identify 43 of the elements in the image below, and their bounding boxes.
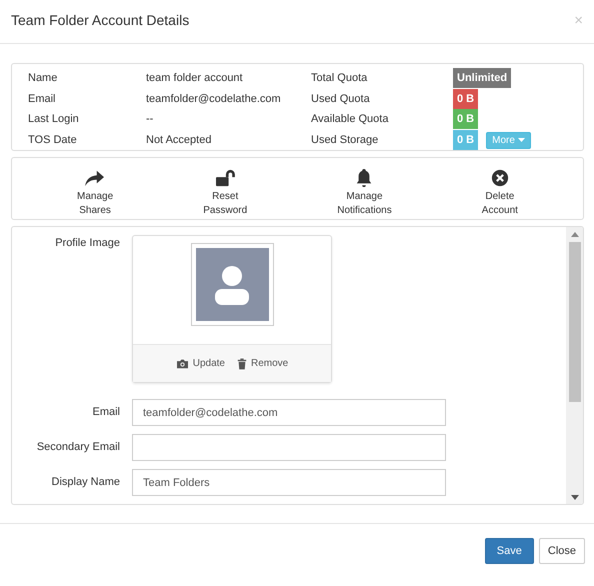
camera-icon bbox=[176, 358, 189, 369]
text-field[interactable] bbox=[132, 434, 446, 461]
trash-icon bbox=[237, 358, 247, 370]
scroll-up-icon[interactable] bbox=[570, 232, 578, 236]
close-button[interactable]: Close bbox=[538, 538, 585, 564]
padlock-icon bbox=[214, 169, 236, 187]
image-action-button[interactable]: Update bbox=[176, 356, 225, 371]
info-value: team folder account bbox=[146, 71, 244, 86]
quota-label: Used Quota bbox=[311, 92, 371, 106]
info-value: teamfolder@codelathe.com bbox=[146, 92, 282, 106]
quota-badge: 0 B bbox=[453, 130, 478, 150]
user-silhouette-icon bbox=[214, 264, 250, 306]
field-label: Profile Image bbox=[54, 236, 121, 251]
info-label: Name bbox=[28, 71, 58, 86]
text-field[interactable]: teamfolder@codelathe.com bbox=[132, 399, 446, 426]
quota-label: Total Quota bbox=[311, 71, 368, 86]
save-button[interactable]: Save bbox=[484, 538, 534, 564]
scroll-down-icon[interactable] bbox=[570, 494, 578, 500]
info-label: Last Login bbox=[28, 112, 80, 127]
action-button[interactable]: Manage Notifications bbox=[337, 166, 392, 219]
action-button[interactable]: Delete Account bbox=[482, 166, 518, 219]
info-value: Not Accepted bbox=[146, 132, 212, 148]
quota-badge: 0 B bbox=[453, 88, 478, 108]
quota-label: Available Quota bbox=[311, 112, 390, 127]
field-label: Secondary Email bbox=[36, 440, 121, 456]
quota-label: Used Storage bbox=[311, 132, 380, 148]
scrollbar-thumb[interactable] bbox=[568, 242, 580, 402]
action-button[interactable]: Manage Shares bbox=[77, 166, 114, 219]
bell-icon bbox=[355, 168, 374, 188]
info-value: -- bbox=[146, 112, 154, 127]
image-action-button[interactable]: Remove bbox=[237, 356, 288, 371]
field-label: Email bbox=[91, 405, 121, 420]
close-circle-icon bbox=[490, 169, 509, 187]
info-label: TOS Date bbox=[28, 132, 78, 148]
text-field[interactable]: Team Folders bbox=[132, 469, 446, 496]
field-label: Display Name bbox=[50, 475, 121, 490]
dialog-title: Team Folder Account Details bbox=[11, 11, 190, 30]
quota-badge: Unlimited bbox=[453, 68, 512, 88]
caret-icon bbox=[518, 138, 525, 142]
share-arrow-icon bbox=[84, 169, 106, 187]
action-button[interactable]: Reset Password bbox=[203, 166, 248, 219]
quota-badge: 0 B bbox=[453, 109, 478, 129]
info-label: Email bbox=[28, 92, 57, 106]
